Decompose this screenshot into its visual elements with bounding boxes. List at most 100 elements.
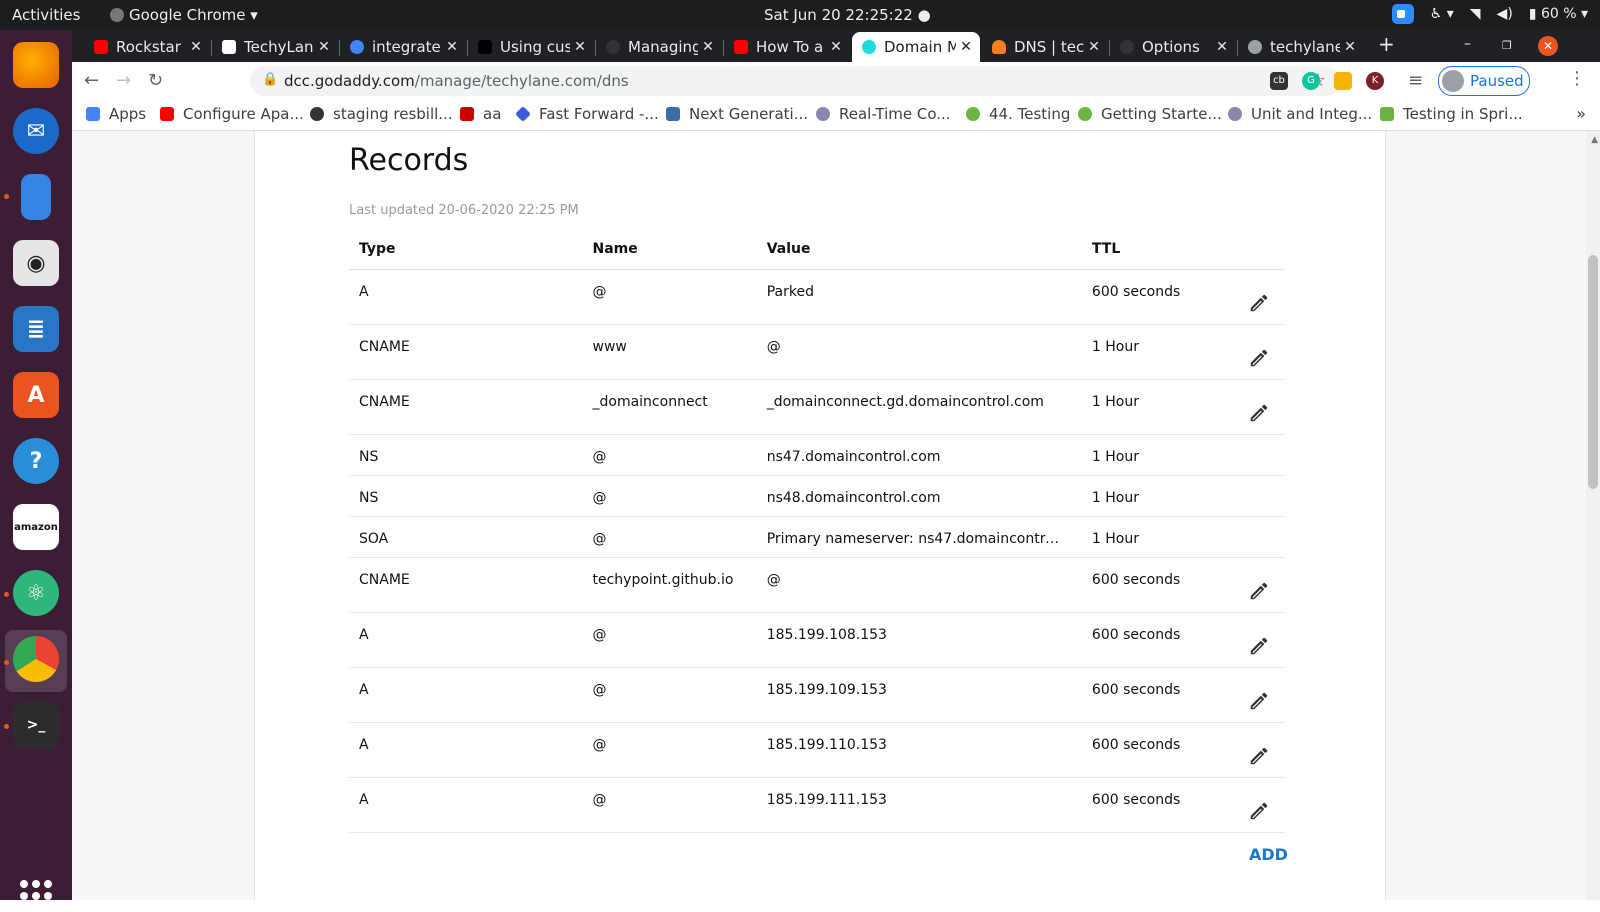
extension-k-icon[interactable]: K [1366,72,1384,90]
bookmark-next-generation[interactable]: Next Generati... [666,105,808,123]
bookmarks-overflow-icon[interactable]: » [1576,104,1586,123]
amazon-icon[interactable]: amazon [13,504,59,550]
scroll-up-arrow-icon[interactable]: ▲ [1591,135,1598,145]
column-header-ttl[interactable]: TTL [1081,229,1233,270]
edit-pencil-icon[interactable] [1248,292,1270,314]
url-text[interactable]: dcc.godaddy.com/manage/techylane.com/dns [284,72,629,90]
show-applications-icon[interactable] [20,880,52,912]
bookmark-44-testing[interactable]: 44. Testing [966,105,1070,123]
close-tab-icon[interactable]: ✕ [1084,39,1104,55]
tab-title: Options [1142,38,1200,56]
media-control-icon[interactable]: ≡ [1408,70,1423,91]
files-icon[interactable] [21,174,51,220]
bookmark-label: Getting Starte... [1101,105,1222,123]
edit-pencil-icon[interactable] [1248,347,1270,369]
tab-rockstar[interactable]: Rockstar ✕ [84,32,210,62]
extension-icon[interactable] [1334,72,1352,90]
edit-pencil-icon[interactable] [1248,402,1270,424]
cloudflare-icon [992,40,1006,54]
bookmark-real-time[interactable]: Real-Time Co... [816,105,951,123]
back-button[interactable]: ← [84,70,99,91]
bookmark-fast-forward[interactable]: Fast Forward -... [515,105,659,123]
atom-icon[interactable]: ⚛ [13,570,59,616]
column-header-type[interactable]: Type [349,229,583,270]
edit-pencil-icon[interactable] [1248,745,1270,767]
close-tab-icon[interactable]: ✕ [1340,39,1360,55]
chrome-menu-icon[interactable]: ⋮ [1568,68,1586,89]
tab-dns-techylane[interactable]: DNS | tec ✕ [982,32,1108,62]
wifi-icon[interactable]: ◥ [1470,6,1481,22]
address-bar[interactable]: 🔒 dcc.godaddy.com/manage/techylane.com/d… [250,66,1340,96]
edit-pencil-icon[interactable] [1248,580,1270,602]
bookmark-label: aa [483,105,502,123]
bookmark-unit-integration[interactable]: Unit and Integ... [1228,105,1372,123]
close-tab-icon[interactable]: ✕ [698,39,718,55]
zoom-icon[interactable] [1391,4,1414,24]
accessibility-icon[interactable]: ♿ ▾ [1430,6,1454,22]
record-type: A [349,777,583,833]
column-header-value[interactable]: Value [756,229,1082,270]
tab-how-to[interactable]: How To a ✕ [724,32,850,62]
close-tab-icon[interactable]: ✕ [314,39,334,55]
chrome-dock-icon[interactable] [13,636,59,682]
software-center-icon[interactable]: A [13,372,59,418]
bookmark-apps[interactable]: Apps [86,105,146,123]
bookmark-aa[interactable]: aa [460,105,501,123]
bookmark-configure-apache[interactable]: Configure Apa... [160,105,304,123]
system-top-bar: Activities Google Chrome ▾ Sat Jun 20 22… [0,0,1600,30]
bookmark-staging-resbill[interactable]: staging resbill... [310,105,453,123]
help-icon[interactable]: ? [13,438,59,484]
clock-text: Sat Jun 20 22:25:22 [764,6,913,24]
record-value-text: Primary nameserver: ns47.domaincontrol.c… [766,531,1067,547]
rhythmbox-icon[interactable]: ◉ [13,240,59,286]
bookmark-testing-spring[interactable]: Testing in Spri... [1380,105,1523,123]
tab-options[interactable]: Options ✕ [1110,32,1236,62]
edit-pencil-icon[interactable] [1248,800,1270,822]
battery-icon[interactable]: ▮ 60 % ▾ [1529,6,1588,22]
tab-domain-manager[interactable]: Domain M ✕ [852,32,980,62]
extension-cb-icon[interactable]: cb [1270,72,1288,90]
reload-button[interactable]: ↻ [148,70,163,91]
grammarly-icon[interactable]: G [1302,72,1320,90]
close-tab-icon[interactable]: ✕ [826,39,846,55]
forward-button[interactable]: → [116,70,131,91]
profile-button[interactable]: Paused [1438,66,1530,96]
firefox-icon[interactable] [13,42,59,88]
tab-using-custom[interactable]: Using cus ✕ [468,32,594,62]
system-tray[interactable]: ♿ ▾ ◥ ◀) ▮ 60 % ▾ [1391,4,1588,24]
page-scrollbar[interactable]: ▲ [1586,131,1600,900]
column-header-name[interactable]: Name [582,229,757,270]
scrollbar-thumb[interactable] [1588,255,1598,489]
record-type: A [349,612,583,668]
bookmark-getting-started[interactable]: Getting Starte... [1078,105,1222,123]
tab-integrate[interactable]: integrate ✕ [340,32,466,62]
dns-records-card: Records Last updated 20-06-2020 22:25 PM… [254,131,1386,900]
tab-techylane[interactable]: TechyLane✕ [212,32,338,62]
edit-pencil-icon[interactable] [1248,635,1270,657]
new-tab-button[interactable]: + [1378,32,1395,56]
close-tab-icon[interactable]: ✕ [956,39,976,55]
close-tab-icon[interactable]: ✕ [442,39,462,55]
lock-icon[interactable]: 🔒 [262,72,278,87]
close-tab-icon[interactable]: ✕ [570,39,590,55]
minimize-button[interactable]: – [1464,36,1471,52]
thunderbird-icon[interactable]: ✉ [13,108,59,154]
close-window-button[interactable]: ✕ [1538,36,1558,56]
app-menu[interactable]: Google Chrome ▾ [110,6,258,24]
volume-icon[interactable]: ◀) [1497,6,1513,22]
maximize-button[interactable]: ❐ [1502,39,1512,52]
tab-techylane-2[interactable]: techylane ✕ [1238,32,1364,62]
record-name: @ [582,777,757,833]
clock[interactable]: Sat Jun 20 22:25:22 ● [764,6,931,24]
activities-button[interactable]: Activities [12,6,80,24]
add-record-button[interactable]: ADD [1249,845,1288,864]
bookmark-label: Next Generati... [689,105,809,123]
terminal-icon[interactable]: >_ [13,702,59,748]
close-tab-icon[interactable]: ✕ [186,39,206,55]
record-name: @ [582,722,757,778]
table-row: CNAME techypoint.github.io @ 600 seconds [349,557,1285,613]
close-tab-icon[interactable]: ✕ [1212,39,1232,55]
edit-pencil-icon[interactable] [1248,690,1270,712]
tab-managing[interactable]: Managing ✕ [596,32,722,62]
writer-icon[interactable]: ≣ [13,306,59,352]
